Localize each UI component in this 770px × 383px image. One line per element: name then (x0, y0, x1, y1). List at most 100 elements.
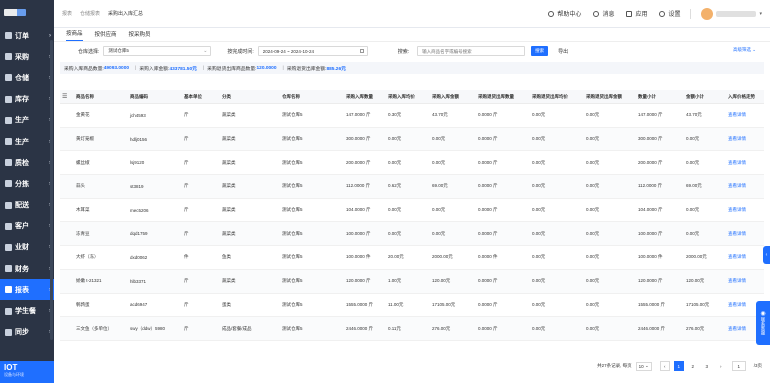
table-cell: 蔬菜类 (222, 207, 236, 213)
view-detail-link[interactable]: 查看详情 (726, 254, 764, 260)
export-button[interactable]: 导出 (558, 48, 568, 55)
table-cell: 蔬菜类 (222, 136, 236, 142)
sidebar-item[interactable]: 同步› (0, 322, 54, 343)
sidebar-scrollbar[interactable] (50, 40, 53, 340)
sidebar-item[interactable]: 客户› (0, 216, 54, 237)
settings-button[interactable]: 设置 (659, 9, 680, 18)
table-cell: 2446.0000 斤 (346, 325, 374, 331)
advanced-filter-link[interactable]: 高级筛选 ⌄ (733, 47, 756, 53)
table-cell: 0.00元 (686, 159, 700, 165)
table-cell: 200.0000 斤 (346, 159, 371, 165)
table-cell: 斤 (184, 301, 189, 307)
table-row: 娇嫩 t-21321 hlb3371 斤 蔬菜类 测试仓库5 120.0000 斤 1.00… (60, 269, 764, 294)
messages-button[interactable]: 消息 (593, 9, 614, 18)
column-header: 数量小计 (638, 93, 656, 99)
iot-subtitle: 设备与环境 (4, 372, 24, 377)
column-header: 采购退货出库均价 (532, 93, 568, 99)
table-cell: 147.0000 斤 (346, 112, 371, 118)
view-detail-link[interactable]: 查看详情 (726, 136, 764, 142)
prev-page-button[interactable]: ‹ (659, 361, 670, 371)
chevron-left-icon: ‹ (765, 252, 768, 258)
date-range-value: 2024-09-24 ~ 2024-10-24 (262, 48, 314, 54)
page-size-select[interactable]: 10 ⌄ (635, 361, 652, 371)
table-row: 蒜头 st3819 斤 蔬菜类 测试仓库5 112.0000 斤 0.62元 69.00元 0.… (60, 175, 764, 199)
sidebar-item[interactable]: 库存› (0, 89, 54, 110)
total-pages: /3页 (753, 363, 762, 368)
top-header: 报表 仓储报表 采购出入库汇总 帮助中心 消息 应用 设置 ▾ (54, 0, 770, 28)
search-button[interactable]: 搜索 (531, 46, 549, 56)
table-cell: 斤 (184, 207, 189, 213)
collapse-handle[interactable]: ‹ (763, 246, 770, 264)
sidebar-item[interactable]: 配送› (0, 195, 54, 216)
table-cell: 斤 (184, 278, 189, 284)
next-page-button[interactable]: › (715, 361, 726, 371)
date-range-picker[interactable]: 2024-09-24 ~ 2024-10-24 (257, 46, 368, 56)
sidebar-item[interactable]: 仓储› (0, 67, 54, 88)
table-cell: 测试仓库5 (282, 254, 303, 260)
table-cell: swy（ddw）5980 (130, 325, 166, 331)
chevron-down-icon[interactable]: ▾ (759, 11, 762, 17)
menu-icon (5, 222, 12, 230)
view-detail-link[interactable]: 查看详情 (726, 207, 764, 213)
table-cell: 300.0000 斤 (638, 136, 663, 142)
table-cell: 黄灯笼椒 (76, 136, 94, 142)
sidebar-item[interactable]: 报表› (0, 279, 54, 301)
sidebar-item[interactable]: 分拣› (0, 173, 54, 194)
sidebar-item[interactable]: 订单 › (0, 25, 54, 46)
help-center-button[interactable]: 帮助中心 (548, 9, 581, 18)
sidebar-item[interactable]: 采购› (0, 46, 54, 67)
separator: | (282, 65, 284, 71)
logo[interactable] (0, 0, 54, 25)
table-cell: 0.0000 斤 (478, 301, 498, 307)
in-qty-value: 49093.0000 (103, 65, 130, 71)
customer-service-button[interactable]: ◉ 联系客服 (756, 301, 770, 345)
avatar[interactable] (701, 7, 714, 20)
view-detail-link[interactable]: 查看详情 (726, 112, 764, 118)
warehouse-select[interactable]: 测试仓库5 ⌄ (103, 46, 212, 56)
sidebar-item[interactable]: 财务› (0, 258, 54, 279)
apps-button[interactable]: 应用 (626, 9, 647, 18)
user-name-redacted[interactable] (716, 10, 757, 17)
column-header: 采购退货出库金额 (586, 93, 622, 99)
column-settings-icon[interactable]: ☰ (60, 93, 74, 100)
view-detail-link[interactable]: 查看详情 (726, 231, 764, 237)
sidebar-item-label: 财务 (15, 265, 29, 273)
table-cell: 104.0000 斤 (638, 207, 663, 213)
table-cell: 测试仓库5 (282, 301, 303, 307)
table-cell: 0.00元 (586, 325, 600, 331)
iot-entry[interactable]: IOT 设备与环境 (0, 361, 54, 383)
tab-by-product[interactable]: 按商品 (66, 29, 83, 41)
filter-bar: 仓库选择: 测试仓库5 ⌄ 按完成时间: 2024-09-24 ~ 2024-1… (54, 42, 770, 60)
table-cell: 0.0000 斤 (478, 325, 498, 331)
table-cell: 120.0000 斤 (638, 278, 663, 284)
chevron-right-icon: › (49, 32, 51, 39)
search-input[interactable] (417, 46, 526, 56)
view-detail-link[interactable]: 查看详情 (726, 160, 764, 166)
pagination: 共27条记录, 每页 10 ⌄ ‹ 1 2 3 › 1 /3页 (597, 361, 762, 371)
sidebar-item[interactable]: 业财› (0, 237, 54, 258)
table-cell: 测试仓库5 (282, 159, 303, 165)
sidebar-item[interactable]: 生产› (0, 131, 54, 152)
view-detail-link[interactable]: 查看详情 (726, 278, 764, 284)
sidebar-item[interactable]: 生产› (0, 110, 54, 131)
table-cell: 112.0000 斤 (638, 183, 663, 189)
page-3-button[interactable]: 3 (701, 361, 712, 371)
sidebar-item-label: 学生餐 (15, 308, 36, 316)
tab-by-supplier[interactable]: 按供应商 (95, 30, 117, 41)
page-2-button[interactable]: 2 (687, 361, 698, 371)
sidebar-item[interactable]: 学生餐› (0, 300, 54, 321)
breadcrumb-item[interactable]: 报表 (62, 10, 72, 17)
table-cell: 147.0000 斤 (638, 112, 663, 118)
table-cell: 276.00元 (432, 325, 451, 331)
goto-page-input[interactable]: 1 (731, 361, 746, 371)
sidebar-item[interactable]: 质检› (0, 152, 54, 173)
tab-by-buyer[interactable]: 按采购员 (129, 30, 151, 41)
table-cell: 69.00元 (432, 183, 448, 189)
table-cell: 0.00元 (432, 159, 446, 165)
column-header: 商品名称 (76, 93, 94, 99)
table-cell: 0.0000 斤 (478, 207, 498, 213)
page-1-button[interactable]: 1 (673, 361, 684, 371)
table-cell: 蒜头 (76, 183, 85, 189)
breadcrumb-item[interactable]: 仓储报表 (80, 10, 100, 17)
view-detail-link[interactable]: 查看详情 (726, 183, 764, 189)
